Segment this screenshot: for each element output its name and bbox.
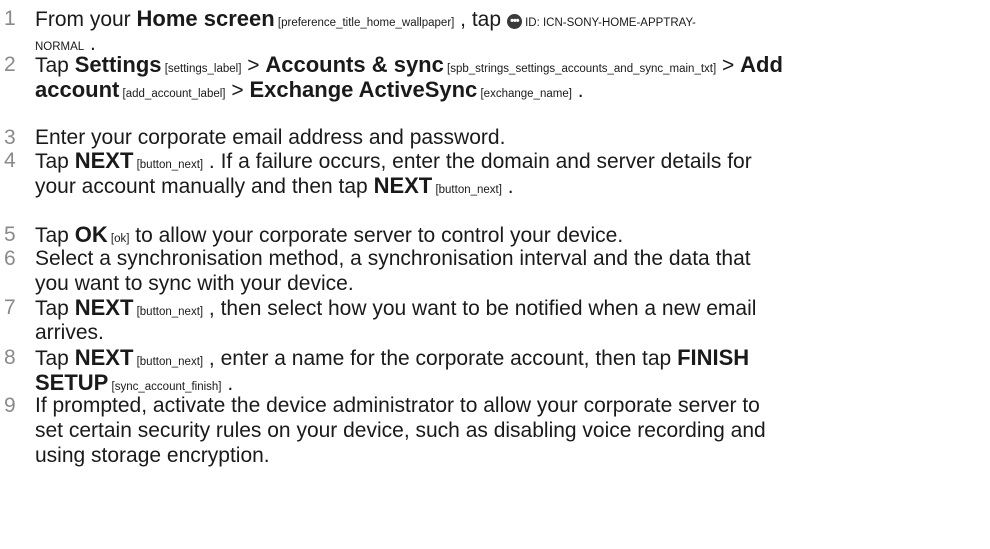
step-text: Tap (35, 54, 75, 77)
step-text: , then select how you want to be notifie… (203, 297, 757, 320)
step-text-line: you want to sync with your device. (35, 271, 986, 296)
step-text: Tap (35, 347, 75, 370)
step-text: If prompted, activate the device adminis… (35, 394, 760, 417)
ui-term: OK (74, 222, 108, 247)
step-text-line: using storage encryption. (35, 443, 986, 468)
resource-key: [preference_title_home_wallpaper] (274, 17, 455, 29)
ui-term: Accounts & sync (265, 52, 444, 77)
step-text-line: account [add_account_label] > Exchange A… (35, 77, 986, 107)
resource-key: [button_next] (133, 159, 204, 171)
ui-term: Settings (74, 52, 162, 77)
ui-term: NEXT (74, 148, 134, 173)
resource-key: [ok] (107, 233, 130, 245)
step-number: 8 (4, 346, 16, 369)
step-text: set certain security rules on your devic… (35, 419, 766, 442)
step-text: , enter a name for the corporate account… (203, 347, 678, 370)
ui-term: NEXT (74, 345, 134, 370)
step-text: to allow your corporate server to contro… (129, 224, 624, 247)
resource-key: [button_next] (133, 306, 204, 318)
icon-id-label: ID: ICN-SONY-HOME-APPTRAY- (521, 17, 696, 29)
step-text: . (221, 372, 234, 395)
step-text-line: arrives. (35, 320, 986, 345)
step-number: 7 (4, 296, 16, 319)
ui-term: Add (740, 52, 783, 77)
ui-term: account (35, 77, 120, 102)
ui-term: Exchange ActiveSync (249, 77, 478, 102)
ui-term: SETUP (35, 370, 109, 395)
step-text: arrives. (35, 321, 104, 344)
step-number: 2 (4, 53, 16, 76)
step-text: you want to sync with your device. (35, 272, 354, 295)
step-text-line: your account manually and then tap NEXT … (35, 173, 986, 203)
apptray-icon: ••• (506, 14, 522, 29)
ui-term: NEXT (74, 295, 134, 320)
step-text: . (501, 175, 514, 198)
step-number: 1 (4, 7, 16, 30)
step-text: Tap (35, 150, 75, 173)
step-text: Select a synchronisation method, a synch… (35, 247, 751, 270)
step-text: > (241, 54, 266, 77)
step-text-line: set certain security rules on your devic… (35, 418, 986, 443)
step-number: 6 (4, 247, 16, 270)
resource-key: [sync_account_finish] (108, 381, 222, 393)
step-text: Tap (35, 297, 75, 320)
step-text: . (571, 79, 584, 102)
step-text-line: If prompted, activate the device adminis… (35, 393, 986, 418)
resource-key: [exchange_name] (477, 88, 572, 100)
ui-term: NEXT (373, 173, 433, 198)
step-text: > (716, 54, 741, 77)
step-text: Enter your corporate email address and p… (35, 126, 506, 149)
step-number: 4 (4, 149, 16, 172)
step-text: using storage encryption. (35, 444, 270, 467)
step-number: 9 (4, 394, 16, 417)
ui-term: Home screen (136, 6, 275, 31)
resource-key: [button_next] (432, 184, 502, 196)
step-text-line: Select a synchronisation method, a synch… (35, 246, 986, 271)
step-text: your account manually and then tap (35, 175, 374, 198)
step-number: 3 (4, 126, 16, 149)
resource-key: [add_account_label] (119, 88, 226, 100)
step-text: From your (35, 8, 137, 31)
step-text: . If a failure occurs, enter the domain … (203, 150, 752, 173)
step-number: 5 (4, 223, 16, 246)
ui-term: FINISH (677, 345, 750, 370)
resource-key: [settings_label] (161, 63, 242, 75)
step-text: , tap (454, 8, 507, 31)
resource-key: [spb_strings_settings_accounts_and_sync_… (443, 63, 717, 75)
step-text-line: Enter your corporate email address and p… (35, 125, 986, 150)
step-text: > (225, 79, 250, 102)
resource-key: [button_next] (133, 356, 204, 368)
step-text: Tap (35, 224, 75, 247)
